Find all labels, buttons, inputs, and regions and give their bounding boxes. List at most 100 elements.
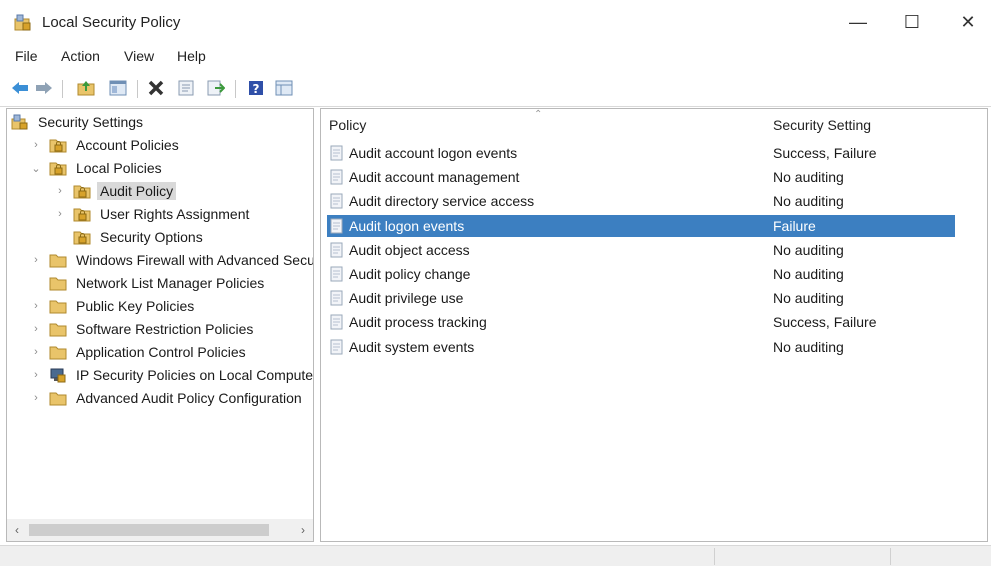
policy-row[interactable]: Audit privilege use No auditing (327, 287, 955, 309)
forward-button[interactable] (34, 78, 54, 98)
policy-row[interactable]: Audit logon events Failure (327, 214, 955, 237)
policy-setting-value: No auditing (773, 290, 844, 307)
policy-item-icon (330, 339, 343, 355)
folder-icon (49, 277, 67, 291)
menu-file[interactable]: File (15, 48, 38, 64)
policy-setting-value: Success, Failure (773, 314, 877, 331)
expand-chevron-icon[interactable]: › (29, 345, 43, 359)
tree-item[interactable]: ⌄ Local Policies (29, 157, 165, 179)
tree-item[interactable]: › IP Security Policies on Local Compute (29, 364, 314, 386)
tree-item[interactable]: Security Options (53, 226, 206, 248)
tree-item-label: Network List Manager Policies (76, 275, 265, 291)
tree-item-label: Local Policies (76, 160, 162, 176)
folder-lock-icon (49, 162, 67, 176)
tree-item[interactable]: Network List Manager Policies (29, 272, 267, 294)
tree-item-label: Windows Firewall with Advanced Secu (76, 252, 314, 268)
tree-item[interactable]: › Audit Policy (53, 180, 177, 202)
policy-name: Audit directory service access (349, 193, 535, 210)
tree-item-label: Advanced Audit Policy Configuration (76, 390, 302, 406)
policy-row[interactable]: Audit directory service access No auditin… (327, 190, 955, 212)
menu-view[interactable]: View (124, 48, 154, 64)
policy-row[interactable]: Audit account management No auditing (327, 166, 955, 188)
policy-name: Audit account logon events (349, 145, 518, 161)
policy-item-icon (330, 314, 343, 330)
expand-chevron-icon[interactable]: › (29, 299, 43, 313)
close-icon: ✕ (960, 11, 976, 32)
tree-item-label: Account Policies (76, 137, 179, 153)
folder-icon (49, 392, 67, 406)
tree-item-label: Security Settings (38, 114, 144, 130)
minimize-button[interactable]: — (838, 8, 878, 36)
help-button[interactable]: ? (246, 78, 266, 98)
expand-chevron-icon[interactable]: › (53, 207, 67, 221)
tree-item-label: Audit Policy (97, 182, 177, 200)
forward-arrow-icon (36, 82, 52, 94)
close-button[interactable]: ✕ (948, 8, 988, 36)
folder-lock-icon (73, 185, 91, 199)
tree-item[interactable]: › Account Policies (29, 134, 182, 156)
toolbar-separator (62, 80, 63, 98)
back-arrow-icon (12, 82, 28, 94)
policy-row[interactable]: Audit policy change No auditing (327, 263, 955, 285)
expand-chevron-icon[interactable]: › (29, 368, 43, 382)
console-view-icon (275, 80, 293, 96)
horizontal-scrollbar[interactable]: ‹ › (7, 519, 313, 541)
toolbar-divider (0, 106, 991, 107)
policy-item-icon (330, 218, 343, 234)
policy-row[interactable]: Audit system events No auditing (327, 336, 955, 358)
tree-item-label: IP Security Policies on Local Compute (76, 367, 314, 383)
minimize-icon: — (849, 11, 867, 32)
column-header-policy[interactable]: Policy (329, 117, 366, 133)
expand-chevron-icon[interactable]: › (29, 253, 43, 267)
folder-lock-icon (73, 231, 91, 245)
folder-icon (49, 300, 67, 314)
up-folder-icon (77, 81, 95, 96)
svg-text:?: ? (253, 82, 260, 96)
maximize-icon: ☐ (903, 11, 921, 32)
console-view-button[interactable] (274, 78, 294, 98)
tree-item[interactable]: › Windows Firewall with Advanced Secu (29, 249, 314, 271)
maximize-button[interactable]: ☐ (892, 8, 932, 36)
up-one-level-button[interactable] (76, 78, 96, 98)
properties-button[interactable] (176, 78, 196, 98)
scrollbar-thumb[interactable] (29, 524, 269, 536)
tree-item[interactable]: Security Settings (11, 111, 146, 133)
expand-chevron-icon[interactable]: › (29, 391, 43, 405)
tree-item[interactable]: › Application Control Policies (29, 341, 249, 363)
security-settings-icon (11, 114, 28, 130)
properties-icon (178, 80, 194, 96)
toolbar: ? (0, 72, 991, 104)
expand-chevron-icon[interactable]: ⌄ (29, 161, 43, 175)
export-list-button[interactable] (206, 78, 226, 98)
column-header-security-setting[interactable]: Security Setting (773, 117, 871, 133)
back-button[interactable] (10, 78, 30, 98)
folder-lock-icon (49, 139, 67, 153)
show-hide-tree-button[interactable] (108, 78, 128, 98)
policy-name: Audit system events (349, 338, 475, 355)
folder-icon (49, 254, 67, 268)
policy-row[interactable]: Audit process tracking Success, Failure (327, 311, 955, 333)
tree-item[interactable]: › User Rights Assignment (53, 203, 252, 225)
menu-action[interactable]: Action (61, 48, 100, 64)
policy-name: Audit account management (349, 169, 520, 186)
policy-name: Audit privilege use (349, 290, 464, 307)
policy-item-icon (330, 169, 343, 185)
tree-pane[interactable]: Security Settings › Account Policies ⌄ Local… (6, 108, 314, 542)
expand-chevron-icon[interactable]: › (29, 138, 43, 152)
menu-help[interactable]: Help (177, 48, 206, 64)
help-icon: ? (249, 81, 263, 96)
expand-chevron-icon[interactable]: › (53, 184, 67, 198)
folder-icon (49, 323, 67, 337)
scroll-right-icon[interactable]: › (295, 522, 311, 538)
policy-name: Audit object access (349, 241, 470, 258)
tree-item[interactable]: › Public Key Policies (29, 295, 197, 317)
policy-row[interactable]: Audit account logon events Success, Failu… (327, 142, 955, 164)
tree-item[interactable]: › Software Restriction Policies (29, 318, 256, 340)
export-list-icon (207, 80, 225, 96)
policy-row[interactable]: Audit object access No auditing (327, 239, 955, 261)
scroll-left-icon[interactable]: ‹ (9, 522, 25, 538)
delete-button[interactable] (146, 78, 166, 98)
tree-item[interactable]: › Advanced Audit Policy Configuration (29, 387, 305, 409)
expand-chevron-icon[interactable]: › (29, 322, 43, 336)
